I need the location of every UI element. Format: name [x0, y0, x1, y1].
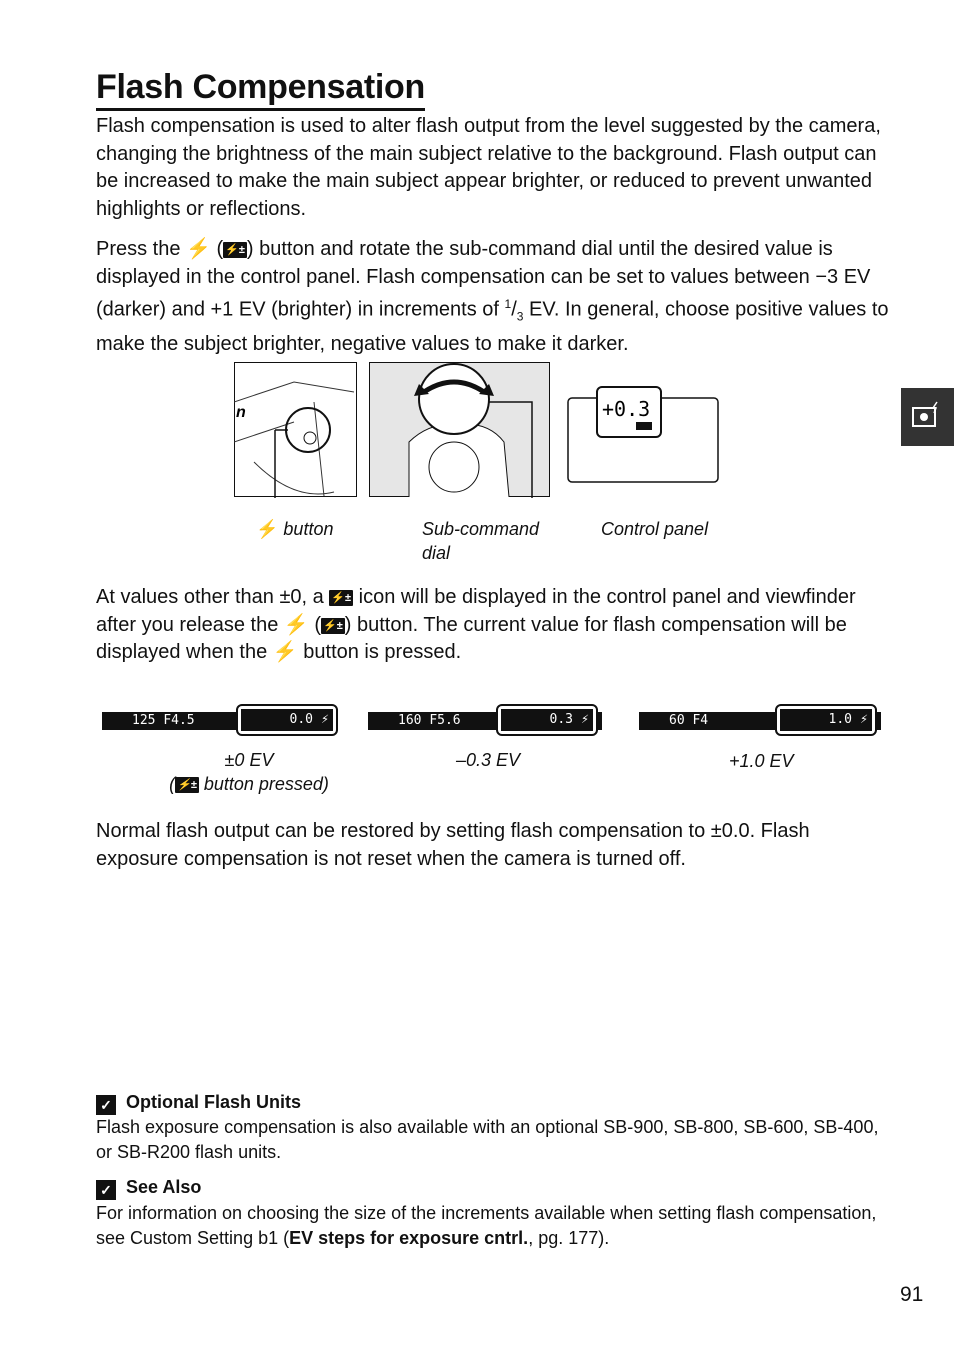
- check-icon: ✓: [96, 1095, 116, 1115]
- reset-paragraph: Normal flash output can be restored by s…: [96, 820, 810, 870]
- svg-text:n: n: [236, 404, 246, 421]
- note-see-also-text: For information on choosing the size of …: [96, 1203, 877, 1248]
- flash-compensation-icon: ⚡±: [223, 242, 247, 258]
- viewfinder-display-0ev: 125 F4.5 0.0 ⚡: [102, 704, 340, 736]
- control-panel-illustration: +0.3: [567, 386, 719, 483]
- control-panel-value: +0.3: [602, 397, 650, 421]
- viewfinder-display-minus-0-3ev: 160 F5.6 0.3 ⚡: [368, 704, 602, 736]
- caption-0ev: ±0 EV(⚡± button pressed): [169, 750, 329, 794]
- icon-display-paragraph: At values other than ±0, a ⚡± icon will …: [96, 586, 856, 663]
- caption-sub-command-dial: Sub-command dial: [422, 519, 540, 563]
- note-see-also-title: ✓ See Also: [96, 1177, 201, 1200]
- note-optional-flash-units-text: Flash exposure compensation is also avai…: [96, 1117, 879, 1162]
- manual-page: Flash Compensation Flash compensation is…: [0, 0, 954, 1352]
- note-optional-flash-units-title: ✓ Optional Flash Units: [96, 1092, 301, 1115]
- page-number: 91: [900, 1283, 924, 1306]
- sub-command-dial-illustration: [369, 362, 550, 498]
- camera-flash-icon: [912, 401, 938, 427]
- caption-plus-1-0ev: +1.0 EV: [729, 751, 794, 771]
- viewfinder-display-plus-1-0ev: 60 F4 1.0 ⚡: [639, 704, 881, 736]
- instructions-paragraph: Press the ⚡ (⚡±) button and rotate the s…: [96, 238, 889, 356]
- chapter-tab[interactable]: [901, 388, 954, 446]
- page-title: Flash Compensation: [96, 66, 425, 111]
- caption-control-panel: Control panel: [601, 519, 709, 539]
- flash-button-illustration: n: [234, 362, 357, 498]
- intro-paragraph: Flash compensation is used to alter flas…: [96, 115, 881, 220]
- caption-flash-button: ⚡ button: [256, 519, 334, 539]
- caption-minus-0-3ev: –0.3 EV: [456, 750, 521, 770]
- check-icon: ✓: [96, 1180, 116, 1200]
- flash-icon: ⚡: [186, 238, 211, 260]
